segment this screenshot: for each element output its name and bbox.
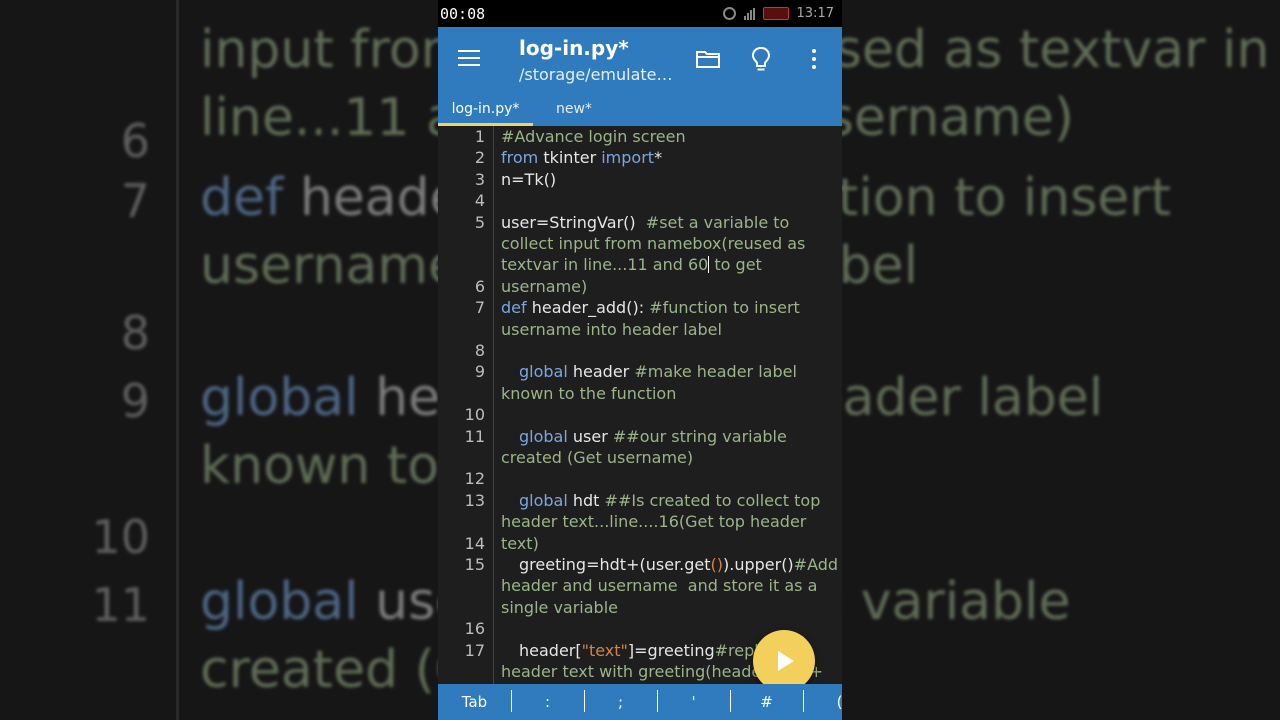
line-content: n=Tk() <box>501 169 839 190</box>
alarm-icon <box>722 7 736 20</box>
symbol-key[interactable]: : <box>511 684 584 720</box>
background-line-number: 6 <box>120 114 150 168</box>
tab-bar: log-in.py* new* <box>438 92 842 126</box>
tab-new[interactable]: new* <box>556 92 592 126</box>
line-number: 11 <box>464 426 485 446</box>
line-content: global hdt ##Is created to collect top h… <box>501 490 839 554</box>
code-token: header <box>567 362 635 382</box>
app-bar: log-in.py* /storage/emulated/0/log-in.py <box>438 27 842 92</box>
line-number: 2 <box>474 148 485 168</box>
line-number: 4 <box>474 191 485 211</box>
more-icon[interactable] <box>812 49 818 69</box>
folder-icon[interactable] <box>696 49 720 68</box>
line-content: def header_add(): #function to insert us… <box>501 297 839 340</box>
code-token: import <box>601 148 655 168</box>
symbol-key[interactable]: ( <box>803 684 842 720</box>
background-token: def <box>200 168 284 228</box>
line-number: 14 <box>464 533 485 553</box>
line-number: 16 <box>464 619 485 639</box>
line-number: 12 <box>464 469 485 489</box>
code-token: user <box>567 426 613 446</box>
run-button[interactable] <box>753 630 815 692</box>
tab-log-in-py[interactable]: log-in.py* <box>438 92 533 126</box>
code-token: header[ <box>519 640 582 660</box>
gutter-separator <box>493 126 494 684</box>
background-token: global <box>200 572 359 632</box>
background-line-number: 10 <box>91 510 150 564</box>
line-content: global header #make header label known t… <box>501 361 839 404</box>
signal-icon <box>743 7 755 20</box>
file-title: log-in.py* <box>519 36 629 60</box>
background-line-number: 7 <box>120 174 150 228</box>
symbol-key[interactable]: # <box>730 684 803 720</box>
battery-icon <box>762 7 789 20</box>
symbol-keys-bar: Tab:; ' #( <box>438 684 842 720</box>
code-token: from <box>501 148 539 168</box>
code-token: * <box>654 148 663 168</box>
background-line-number: 11 <box>91 578 150 632</box>
status-time: 13:17 <box>796 6 834 21</box>
code-editor[interactable]: 1 #Advance login screen 2 from tkinter impo… <box>438 126 842 684</box>
code-token: header_add(): <box>526 298 650 318</box>
line-content: #Advance login screen <box>501 126 839 147</box>
code-token: "text" <box>581 640 628 660</box>
background-token: global <box>200 368 359 428</box>
line-number: 3 <box>474 169 485 189</box>
menu-icon[interactable] <box>458 50 480 66</box>
symbol-key[interactable]: Tab <box>438 684 511 720</box>
line-number: 9 <box>474 362 485 382</box>
video-timer: 00:08 <box>440 5 486 23</box>
line-number: 5 <box>474 212 485 232</box>
code-token: n=Tk() <box>501 169 557 189</box>
file-path: /storage/emulated/0/log-in.py <box>519 65 679 84</box>
code-token: greeting=hdt+(user.get <box>519 555 711 574</box>
line-number: 17 <box>464 640 485 660</box>
background-line-number: 9 <box>120 374 150 428</box>
phone-screen: 00:08 13:17 log-in.py* /storage/emulated… <box>438 0 842 720</box>
code-token: def <box>501 298 527 318</box>
status-bar: 00:08 13:17 <box>438 0 842 27</box>
line-number: 8 <box>474 341 485 360</box>
code-token: hdt <box>567 490 605 510</box>
line-content: user=StringVar() #set a variable to coll… <box>501 212 839 298</box>
background-line-number: 8 <box>120 306 150 360</box>
line-number: 7 <box>474 298 485 318</box>
status-right: 13:17 <box>722 6 834 21</box>
line-number: 10 <box>464 405 485 425</box>
symbol-key[interactable]: ; <box>584 684 657 720</box>
line-number: 6 <box>474 276 485 296</box>
code-token: tkinter <box>538 148 602 168</box>
code-token: () <box>710 555 723 574</box>
code-token: user=StringVar() <box>501 212 646 232</box>
bulb-icon[interactable] <box>751 46 771 72</box>
line-content: from tkinter import* <box>501 147 839 168</box>
code-token: ).upper() <box>722 555 794 574</box>
line-number: 15 <box>464 555 485 574</box>
code-token: ]=greeting <box>627 640 715 660</box>
code-token: global <box>519 362 568 382</box>
line-number: 13 <box>464 490 485 510</box>
code-token: global <box>519 490 568 510</box>
symbol-key[interactable]: ' <box>657 684 730 720</box>
play-icon <box>778 651 794 671</box>
line-content: global user ##our string variable create… <box>501 426 839 469</box>
line-content: greeting=hdt+(user.get()).upper()#Add he… <box>501 554 839 618</box>
code-token: global <box>519 426 568 446</box>
line-number: 1 <box>474 127 485 146</box>
code-token: #Advance login screen <box>501 127 686 146</box>
